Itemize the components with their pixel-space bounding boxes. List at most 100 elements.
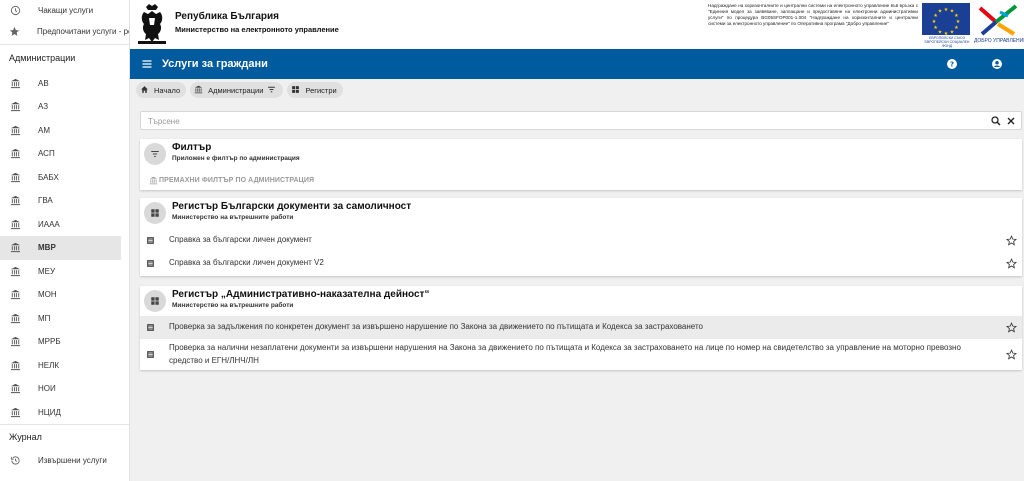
breadcrumb-administrations[interactable]: Администрации: [190, 82, 284, 98]
search-box: [140, 111, 1022, 130]
good-governance-logo: [978, 4, 1018, 36]
filter-subtitle: Приложен е филтър по администрация: [172, 155, 300, 162]
breadcrumb-home[interactable]: Начало: [136, 82, 187, 98]
institution-icon: [9, 124, 21, 136]
sidebar-item-label: БАБХ: [38, 172, 59, 182]
eu-flag-logo: ★ ★★ ★★★ ★★★ ★★★: [922, 3, 970, 35]
search-icon[interactable]: [990, 115, 1002, 127]
svg-text:★: ★: [950, 29, 955, 35]
star-outline-icon[interactable]: [1006, 321, 1018, 334]
institution-icon: [9, 77, 21, 89]
institution-icon: [9, 218, 21, 230]
eu-flag-label: ЕВРОПЕЙСКИ СЪЮЗ ЕВРОПЕЙСКИ СОЦИАЛЕН ФОНД: [924, 36, 970, 48]
service-label: Справка за български личен документ V2: [169, 258, 324, 268]
breadcrumb-label: Регистри: [305, 85, 337, 95]
breadcrumb-label: Администрации: [208, 85, 264, 95]
document-icon: [146, 259, 156, 269]
grid-icon: [144, 290, 166, 312]
sidebar-item-label: НЕЛК: [38, 360, 60, 370]
service-item[interactable]: Справка за български личен документ V2: [140, 252, 1022, 275]
sidebar-item-admin[interactable]: МВР: [0, 236, 121, 260]
sidebar-item-label: НЦИД: [38, 407, 61, 417]
breadcrumb-label: Начало: [154, 85, 181, 95]
institution-icon: [9, 359, 21, 371]
institution-icon: [9, 101, 21, 113]
sidebar-item-label: МП: [38, 313, 51, 323]
sidebar-item-completed-services[interactable]: Извършени услуги: [0, 449, 129, 473]
sidebar-item-label: МОН: [38, 290, 57, 300]
sidebar-item-admin[interactable]: ИААА: [0, 213, 129, 237]
sidebar-item-label: АСП: [38, 149, 55, 159]
sidebar-item-admin[interactable]: АСП: [0, 142, 129, 166]
svg-text:★: ★: [938, 9, 943, 15]
svg-text:★: ★: [944, 31, 949, 35]
sidebar-item-admin[interactable]: АМ: [0, 119, 129, 143]
remove-filter-button[interactable]: ПРЕМАХНИ ФИЛТЪР ПО АДМИНИСТРАЦИЯ: [149, 176, 314, 185]
sidebar-item-admin[interactable]: БАБХ: [0, 166, 129, 190]
coat-of-arms-logo: [138, 4, 166, 44]
register-subtitle: Министерство на вътрешните работи: [172, 302, 294, 309]
sidebar-item-admin[interactable]: МП: [0, 307, 129, 331]
star-outline-icon[interactable]: [1006, 348, 1018, 361]
clock-icon: [9, 4, 21, 16]
filter-icon[interactable]: [267, 85, 277, 95]
service-label: Проверка за налични незаплатени документ…: [169, 343, 961, 365]
register-header: Регистър Български документи за самоличн…: [140, 198, 1022, 228]
institution-icon: [9, 312, 21, 324]
document-icon: [146, 236, 156, 246]
filter-icon: [144, 143, 166, 165]
institution-icon: [9, 148, 21, 160]
institution-icon: [9, 336, 21, 348]
breadcrumb: Начало Администрации Регистри: [136, 82, 343, 98]
filter-card: Филтър Приложен е филтър по администраци…: [140, 139, 1022, 190]
breadcrumb-registers[interactable]: Регистри: [287, 82, 343, 98]
search-input[interactable]: [148, 115, 968, 127]
sidebar-item-label: ИААА: [38, 219, 60, 229]
register-header: Регистър „Административно-наказателна де…: [140, 286, 1022, 316]
sidebar-item-admin[interactable]: МОН: [0, 283, 129, 307]
good-governance-label: ДОБРО УПРАВЛЕНИЕ: [974, 38, 1024, 44]
header-banner: Република България Министерство на елект…: [130, 0, 1024, 49]
filter-title: Филтър: [172, 142, 212, 153]
star-icon: [9, 26, 20, 38]
register-card: Регистър Български документи за самоличн…: [140, 198, 1022, 276]
sidebar-section-journal: Журнал: [0, 424, 129, 449]
sidebar-item-admin[interactable]: НЦИД: [0, 401, 129, 425]
sidebar-item-label: МЕУ: [38, 266, 56, 276]
close-icon[interactable]: [1005, 115, 1017, 127]
institution-icon: [9, 265, 21, 277]
register-subtitle: Министерство на вътрешните работи: [172, 214, 294, 221]
sidebar-item-admin[interactable]: АВ: [0, 72, 129, 96]
menu-button[interactable]: [140, 57, 154, 71]
service-label: Проверка за задължения по конкретен доку…: [169, 322, 704, 332]
app-title: Услуги за граждани: [162, 58, 268, 70]
svg-text:?: ?: [950, 61, 954, 69]
document-icon: [146, 323, 156, 333]
sidebar-item-admin[interactable]: МРРБ: [0, 330, 129, 354]
service-label: Справка за български личен документ: [169, 235, 312, 245]
sidebar-section-administrations: Администрации: [0, 43, 129, 72]
sidebar-item-favorites[interactable]: Предпочитани услуги - ре: [0, 20, 129, 44]
star-outline-icon[interactable]: [1006, 234, 1018, 247]
star-outline-icon[interactable]: [1006, 257, 1018, 270]
sidebar-item-admin[interactable]: АЗ: [0, 95, 129, 119]
institution-icon: [194, 85, 204, 95]
home-icon: [140, 85, 150, 95]
ministry-subtitle: Министерство на електронното управление: [175, 25, 339, 34]
sidebar-item-admin[interactable]: МЕУ: [0, 260, 129, 284]
sidebar-item-pending[interactable]: Чакащи услуги: [0, 0, 129, 20]
sidebar-item-admin[interactable]: НОИ: [0, 377, 129, 401]
help-icon[interactable]: ?: [946, 58, 958, 70]
svg-text:★: ★: [932, 19, 937, 25]
sidebar-item-admin[interactable]: НЕЛК: [0, 354, 129, 378]
service-item[interactable]: Справка за български личен документ: [140, 229, 1022, 252]
document-icon: [146, 350, 156, 360]
sidebar-item-label: Извършени услуги: [38, 456, 107, 466]
service-item[interactable]: Проверка за налични незаплатени документ…: [140, 340, 1022, 369]
sidebar-item-label: АМ: [38, 125, 50, 135]
register-card: Регистър „Административно-наказателна де…: [140, 286, 1022, 370]
sidebar-item-admin[interactable]: ГВА: [0, 189, 129, 213]
svg-text:★: ★: [944, 7, 949, 13]
service-item[interactable]: Проверка за задължения по конкретен доку…: [140, 316, 1022, 339]
account-icon[interactable]: [991, 58, 1003, 70]
